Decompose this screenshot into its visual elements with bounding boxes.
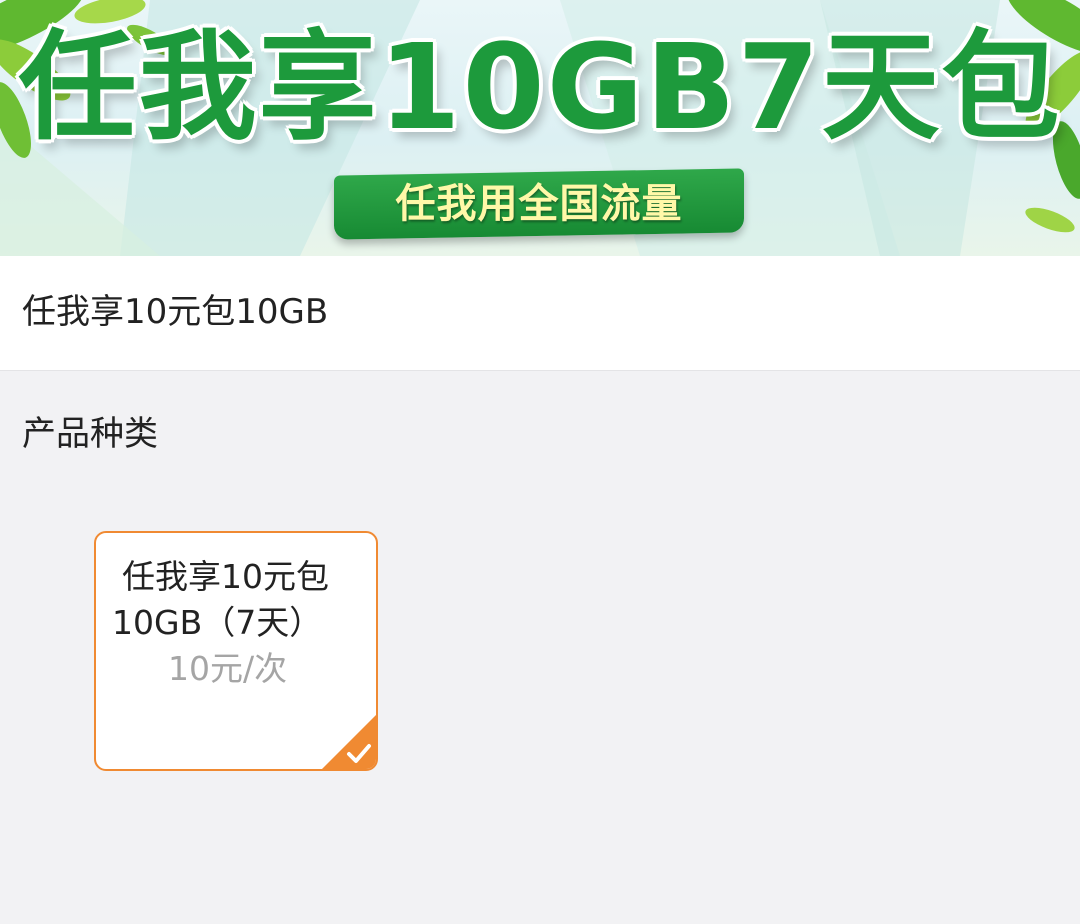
option-price: 10元/次 <box>168 649 288 688</box>
product-type-label: 产品种类 <box>22 414 158 454</box>
banner-ribbon-text: 任我用全国流量 <box>395 181 683 227</box>
option-name-line1: 任我享10元包 <box>122 557 329 596</box>
product-title-row: 任我享10元包10GB <box>0 256 1080 371</box>
promo-banner: 任我享10GB7天包 任我用全国流量 <box>0 0 1080 256</box>
check-icon <box>322 715 376 769</box>
product-option-card[interactable]: 任我享10元包 10GB（7天） 10元/次 <box>94 531 378 771</box>
banner-title: 任我享10GB7天包 <box>18 18 1062 156</box>
option-name-line2: 10GB（7天） <box>112 603 323 642</box>
product-name: 任我享10元包10GB <box>22 292 329 332</box>
